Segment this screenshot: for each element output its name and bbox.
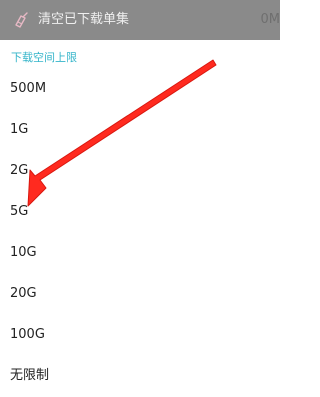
option-label: 2G xyxy=(10,163,29,178)
download-limit-sheet: 下载空间上限 500M 1G 2G 5G 10G 20G 100G 无限制 xyxy=(0,40,280,391)
clear-downloaded-label: 清空已下载单集 xyxy=(38,12,130,27)
option-5g[interactable]: 5G xyxy=(0,192,280,233)
option-1g[interactable]: 1G xyxy=(0,110,280,151)
option-500m[interactable]: 500M xyxy=(0,69,280,110)
option-10g[interactable]: 10G xyxy=(0,233,280,274)
downloaded-size-value: 0M xyxy=(260,12,281,27)
sheet-title: 下载空间上限 xyxy=(11,51,77,64)
option-label: 100G xyxy=(10,327,45,342)
option-label: 20G xyxy=(10,286,37,301)
option-label: 1G xyxy=(10,122,29,137)
option-label: 10G xyxy=(10,245,37,260)
option-label: 5G xyxy=(10,204,29,219)
option-100g[interactable]: 100G xyxy=(0,315,280,356)
clear-downloaded-episodes-row[interactable]: 清空已下载单集 0M xyxy=(0,0,280,40)
option-label: 500M xyxy=(10,81,47,96)
option-label: 无限制 xyxy=(10,368,50,383)
option-2g[interactable]: 2G xyxy=(0,151,280,192)
broom-icon xyxy=(13,12,31,28)
option-20g[interactable]: 20G xyxy=(0,274,280,315)
